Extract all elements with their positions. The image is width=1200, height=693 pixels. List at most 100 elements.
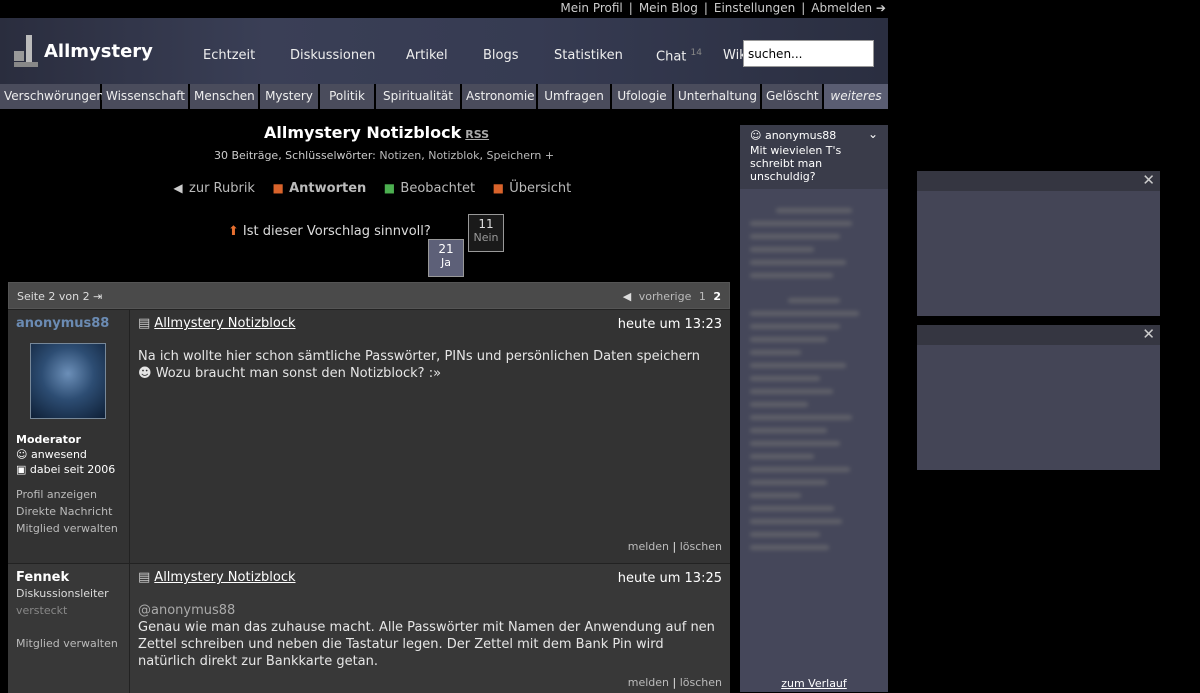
prev-page-link[interactable]: vorherige <box>639 290 692 303</box>
cat-verschwoerungen[interactable]: Verschwörungen <box>0 84 104 109</box>
smiley-icon: ☻ <box>138 366 152 381</box>
delete-link[interactable]: löschen <box>680 540 722 553</box>
delete-link[interactable]: löschen <box>680 676 722 689</box>
post-author: Fennek Diskussionsleiter versteckt Mitgl… <box>8 564 130 693</box>
overview-link[interactable]: Übersicht <box>509 181 571 196</box>
vote-no-button[interactable]: 11 Nein <box>468 214 504 252</box>
thread-title: Allmystery Notizblock RSS <box>264 123 490 142</box>
posts-container: Seite 2 von 2 ⇥ ◀ vorherige 1 2 anonymus… <box>8 282 730 693</box>
cat-ufologie[interactable]: Ufologie <box>612 84 674 109</box>
person-icon: ☺ <box>750 129 762 142</box>
overview-icon: ■ <box>492 181 504 195</box>
last-page-icon[interactable]: ⇥ <box>93 290 102 303</box>
blurred-activity-list <box>750 200 878 670</box>
cat-politik[interactable]: Politik <box>320 84 376 109</box>
cat-astronomie[interactable]: Astronomie <box>462 84 538 109</box>
sidebar-user-panel: ☺ anonymus88 ⌄ Mit wievielen T's schreib… <box>740 125 888 189</box>
post-text: Na ich wollte hier schon sämtliche Passw… <box>138 349 700 364</box>
vote-yes-button[interactable]: 21 Ja <box>428 239 464 277</box>
back-to-category-link[interactable]: zur Rubrik <box>189 181 255 196</box>
sidebar-question: Mit wievielen T's schreibt man unschuldi… <box>750 144 842 183</box>
my-blog-link[interactable]: Mein Blog <box>639 1 698 15</box>
nav-diskussionen[interactable]: Diskussionen <box>290 48 375 63</box>
cat-mystery[interactable]: Mystery <box>260 84 320 109</box>
direct-message-link[interactable]: Direkte Nachricht <box>16 505 121 518</box>
author-name[interactable]: Fennek <box>16 570 121 585</box>
keyword-notizblok[interactable]: Notizblok <box>428 149 479 162</box>
side-widget: ✕ <box>917 325 1160 470</box>
manage-member-link[interactable]: Mitglied verwalten <box>16 522 121 535</box>
header: Allmystery Echtzeit Diskussionen Artikel… <box>0 18 888 84</box>
cat-geloescht[interactable]: Gelöscht <box>762 84 824 109</box>
author-name[interactable]: anonymus88 <box>16 316 121 331</box>
page-1-link[interactable]: 1 <box>699 290 706 303</box>
logo-text: Allmystery <box>44 40 153 62</box>
reply-icon: ■ <box>272 181 284 195</box>
post-content: ▤ Allmystery Notizblock heute um 13:25 @a… <box>138 570 722 689</box>
thread-header: Allmystery Notizblock RSS 30 Beiträge, Sc… <box>0 109 740 281</box>
post-icon: ▤ <box>138 316 151 331</box>
close-icon[interactable]: ✕ <box>1142 325 1155 343</box>
avatar[interactable] <box>30 343 106 419</box>
top-bar: Mein Profil | Mein Blog | Einstellungen | Abme… <box>0 0 888 18</box>
settings-link[interactable]: Einstellungen <box>714 1 795 15</box>
sidebar-username[interactable]: anonymus88 <box>765 129 836 142</box>
post-icon: ▤ <box>138 570 151 585</box>
current-page: 2 <box>713 290 721 303</box>
poll-question: ⬆ Ist dieser Vorschlag sinnvoll? <box>228 224 431 239</box>
post-author: anonymus88 Moderator ☺ anwesend ▣ dabei … <box>8 310 130 563</box>
post-title[interactable]: Allmystery Notizblock <box>154 316 295 331</box>
nav-echtzeit[interactable]: Echtzeit <box>203 48 255 63</box>
keyword-speichern[interactable]: Speichern <box>486 149 541 162</box>
cat-wissenschaft[interactable]: Wissenschaft <box>102 84 190 109</box>
side-widget: ✕ <box>917 171 1160 316</box>
search-input[interactable] <box>743 40 874 67</box>
add-keyword-link[interactable]: + <box>545 149 554 162</box>
author-since: ▣ dabei seit 2006 <box>16 463 116 476</box>
rss-link[interactable]: RSS <box>465 128 489 141</box>
post-time: heute um 13:23 <box>617 317 722 332</box>
author-status: ☺ anwesend <box>16 448 87 461</box>
mention[interactable]: @anonymus88 <box>138 603 235 618</box>
logo-icon <box>14 35 38 67</box>
cat-unterhaltung[interactable]: Unterhaltung <box>674 84 762 109</box>
report-link[interactable]: melden <box>628 540 669 553</box>
nav-blogs[interactable]: Blogs <box>483 48 519 63</box>
arrow-left-icon: ◀ <box>622 290 632 303</box>
person-icon: ☺ <box>16 448 28 461</box>
post: Fennek Diskussionsleiter versteckt Mitgl… <box>8 563 730 693</box>
post-time: heute um 13:25 <box>617 571 722 586</box>
my-profile-link[interactable]: Mein Profil <box>560 1 622 15</box>
author-status: versteckt <box>16 604 68 617</box>
post-title[interactable]: Allmystery Notizblock <box>154 570 295 585</box>
cat-umfragen[interactable]: Umfragen <box>538 84 612 109</box>
history-link[interactable]: zum Verlauf <box>740 677 888 690</box>
nav-statistiken[interactable]: Statistiken <box>554 48 623 63</box>
close-icon[interactable]: ✕ <box>1142 171 1155 189</box>
keyword-notizen[interactable]: Notizen <box>379 149 421 162</box>
manage-member-link[interactable]: Mitglied verwalten <box>16 637 121 650</box>
nav-chat[interactable]: Chat 14 <box>656 48 702 64</box>
arrow-left-icon: ◀ <box>173 181 183 195</box>
post-text: Genau wie man das zuhause macht. Alle Pa… <box>138 620 715 669</box>
watch-icon: ■ <box>383 181 396 195</box>
thread-actions: ◀ zur Rubrik ■ Antworten ■ Beobachtet ■ Über… <box>171 181 583 196</box>
cat-spiritualitaet[interactable]: Spiritualität <box>376 84 462 109</box>
reply-link[interactable]: Antworten <box>289 181 366 196</box>
poll-icon: ⬆ <box>228 224 239 239</box>
sidebar: ☺ anonymus88 ⌄ Mit wievielen T's schreib… <box>740 125 888 692</box>
pager: Seite 2 von 2 ⇥ ◀ vorherige 1 2 <box>8 282 730 309</box>
cat-weiteres[interactable]: weiteres <box>824 84 888 109</box>
report-link[interactable]: melden <box>628 676 669 689</box>
view-profile-link[interactable]: Profil anzeigen <box>16 488 121 501</box>
nav-artikel[interactable]: Artikel <box>406 48 448 63</box>
chat-count: 14 <box>690 48 702 58</box>
cat-menschen[interactable]: Menschen <box>190 84 260 109</box>
page-label: Seite 2 von 2 <box>17 290 90 303</box>
watched-link[interactable]: Beobachtet <box>400 181 475 196</box>
logout-link[interactable]: Abmelden ➔ <box>811 1 886 15</box>
author-role: Diskussionsleiter <box>16 587 109 600</box>
category-bar: Verschwörungen Wissenschaft Menschen Mys… <box>0 84 888 109</box>
site-logo[interactable]: Allmystery <box>14 35 153 67</box>
chevron-down-icon[interactable]: ⌄ <box>868 127 878 141</box>
